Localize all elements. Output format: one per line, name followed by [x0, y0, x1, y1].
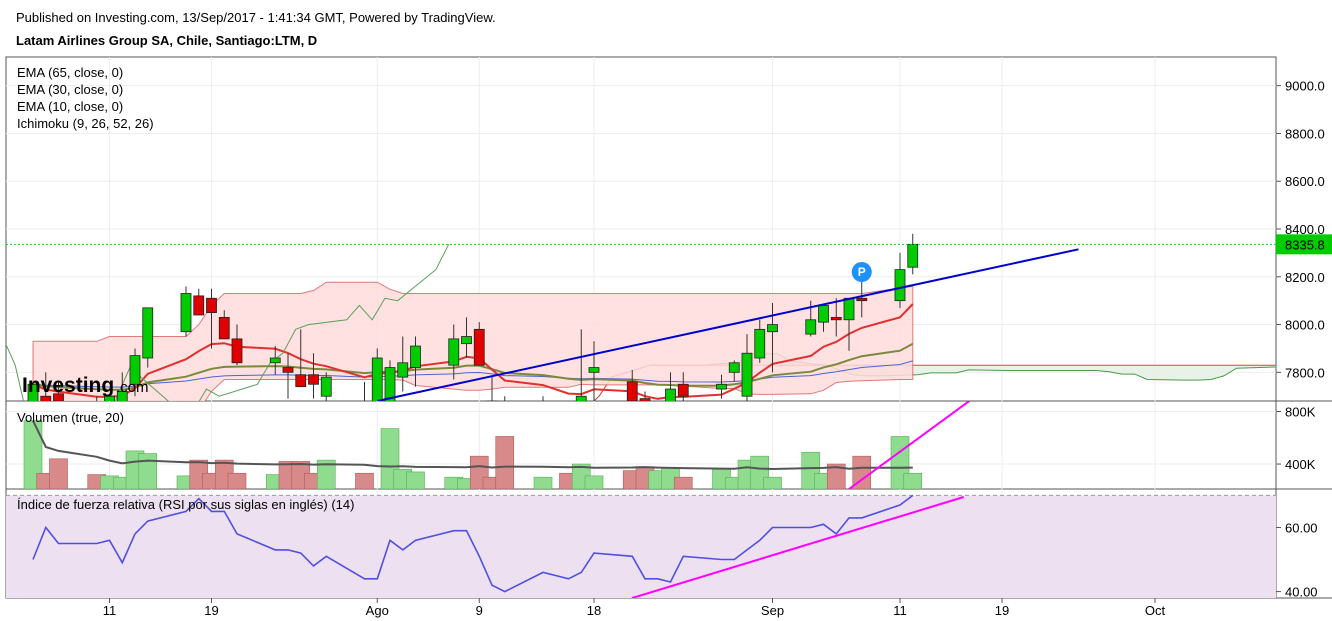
price-legend-item: Ichimoku (9, 26, 52, 26) [17, 116, 154, 131]
candle[interactable] [575, 395, 587, 425]
volume-bar[interactable] [584, 475, 604, 489]
candle[interactable] [538, 406, 548, 416]
price-legend-item: EMA (30, close, 0) [17, 82, 123, 97]
volume-legend: Volumen (true, 20) [17, 410, 124, 425]
candle[interactable] [206, 297, 217, 314]
price-legend-item: EMA (65, close, 0) [17, 65, 123, 80]
x-tick-label: Sep [761, 603, 784, 618]
rsi-pane[interactable] [6, 494, 1276, 618]
candle[interactable] [142, 307, 154, 359]
candle[interactable] [384, 367, 396, 421]
x-tick-label: 19 [995, 603, 1009, 618]
candle[interactable] [564, 420, 574, 432]
price-tick-label: 8000.0 [1285, 318, 1325, 333]
candle[interactable] [231, 338, 243, 364]
volume-bar[interactable] [533, 476, 553, 489]
volume-bar[interactable] [495, 436, 515, 489]
candle[interactable] [843, 297, 855, 321]
candle[interactable] [218, 316, 230, 340]
candle[interactable] [754, 328, 766, 359]
candle[interactable] [728, 362, 740, 373]
x-tick-label: Oct [1145, 603, 1166, 618]
candle[interactable] [500, 425, 510, 430]
candle[interactable] [180, 293, 192, 333]
x-tick-label: 18 [587, 603, 601, 618]
candle[interactable] [856, 297, 868, 302]
candle[interactable] [588, 367, 600, 373]
price-tick-label: 8800.0 [1285, 126, 1325, 141]
volume-bar[interactable] [763, 476, 782, 489]
x-tick-label: 11 [893, 603, 907, 618]
rsi-legend: Índice de fuerza relativa (RSI por sus s… [17, 497, 354, 512]
candle[interactable] [626, 381, 638, 401]
candle[interactable] [448, 338, 460, 366]
investing-logo: Investing [22, 374, 114, 397]
price-tick-label: 8600.0 [1285, 174, 1325, 189]
candle[interactable] [308, 374, 319, 385]
volume-bar[interactable] [673, 476, 693, 489]
rsi-tick-label: 40.00 [1285, 585, 1318, 600]
candle[interactable] [473, 328, 485, 366]
last-price-label: 8335.8 [1285, 237, 1325, 252]
x-tick-label: 19 [204, 603, 218, 618]
volume-pane[interactable] [23, 396, 977, 489]
candle[interactable] [907, 243, 919, 268]
candle[interactable] [320, 376, 332, 397]
investing-logo-suffix: .com [116, 379, 149, 396]
price-tick-label: 8200.0 [1285, 270, 1325, 285]
candle[interactable] [677, 383, 689, 397]
candle[interactable] [486, 400, 498, 420]
x-tick-label: 9 [476, 603, 483, 618]
ichimoku-cloud [32, 281, 914, 401]
x-tick-label: 11 [103, 603, 117, 618]
x-tick-label: Ago [366, 603, 389, 618]
volume-bar[interactable] [355, 472, 374, 489]
candle[interactable] [282, 367, 294, 373]
volume-bar[interactable] [406, 471, 425, 489]
volume-bar[interactable] [49, 458, 68, 489]
candle[interactable] [295, 374, 307, 388]
volume-bar[interactable] [227, 472, 247, 489]
volume-bar[interactable] [903, 472, 923, 489]
volume-tick-label: 400K [1285, 457, 1316, 472]
candle[interactable] [830, 316, 842, 321]
rsi-band [6, 495, 1276, 598]
price-pane[interactable]: P [0, 233, 1332, 444]
candle[interactable] [716, 383, 727, 390]
price-tick-label: 7800.0 [1285, 365, 1325, 380]
candle[interactable] [461, 336, 472, 345]
candle[interactable] [767, 324, 778, 333]
price-tick-label: 9000.0 [1285, 79, 1325, 94]
candle[interactable] [269, 357, 281, 364]
candle[interactable] [894, 269, 906, 302]
candle[interactable] [665, 388, 676, 408]
candle[interactable] [741, 352, 753, 397]
candle[interactable] [410, 345, 421, 368]
price-legend-item: EMA (10, close, 0) [17, 99, 123, 114]
chart-canvas[interactable]: P 9000.08800.08600.08400.08200.08000.078… [0, 0, 1332, 621]
volume-bar[interactable] [138, 453, 158, 489]
rsi-tick-label: 60.00 [1285, 520, 1318, 535]
candle[interactable] [818, 305, 829, 323]
volume-tick-label: 800K [1285, 405, 1316, 420]
candle[interactable] [397, 362, 409, 378]
candle[interactable] [193, 295, 205, 316]
candle[interactable] [805, 319, 817, 335]
p-marker-label: P [858, 265, 866, 279]
